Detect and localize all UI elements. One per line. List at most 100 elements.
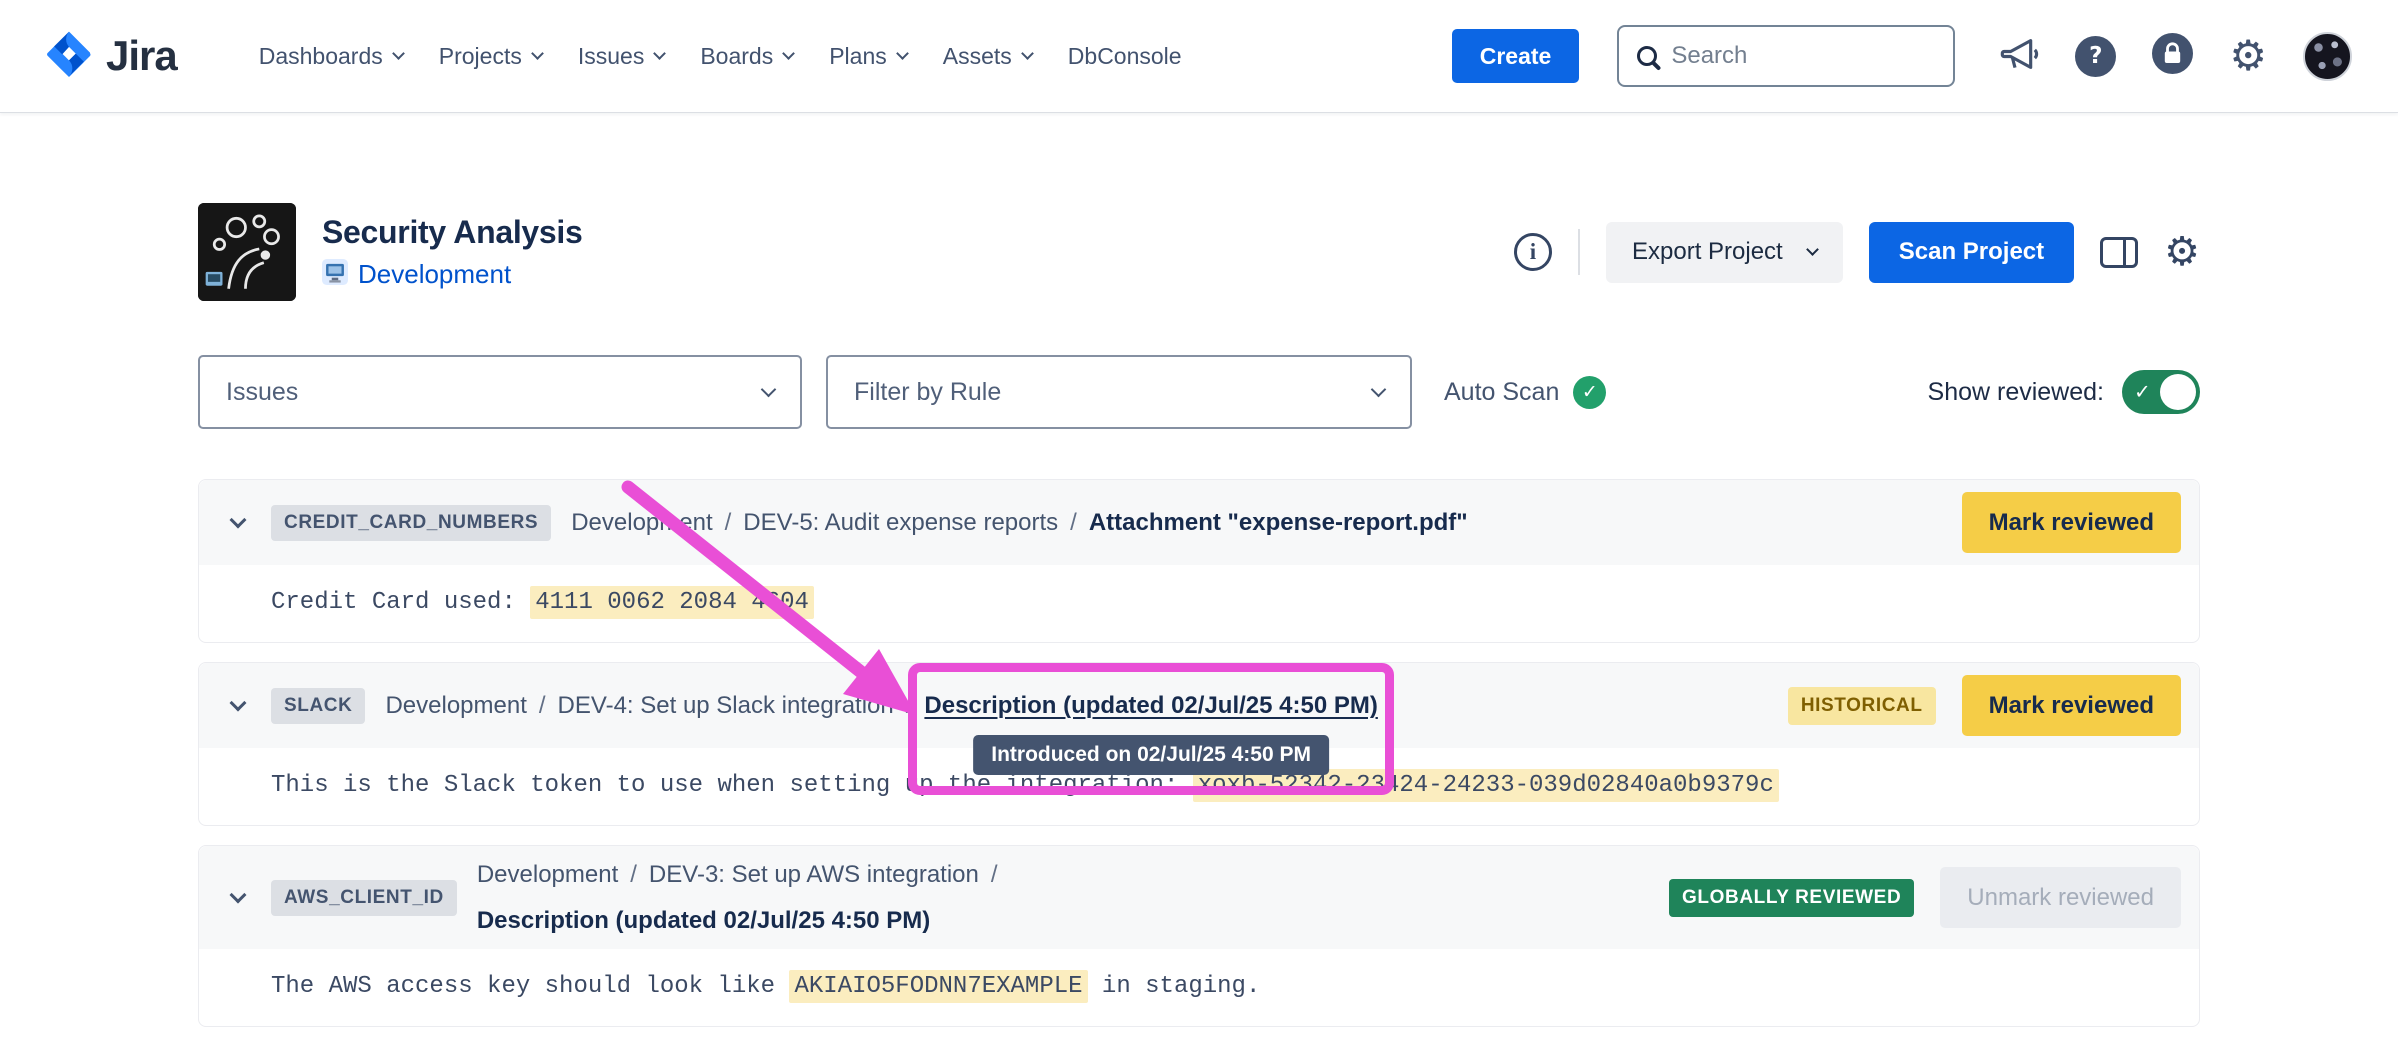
rule-badge: AWS_CLIENT_ID <box>271 880 457 916</box>
crumb-project: Development <box>571 506 712 540</box>
lock-icon[interactable] <box>2152 33 2193 79</box>
side-panel-icon[interactable] <box>2100 237 2138 268</box>
search-input[interactable] <box>1671 42 1935 70</box>
chevron-down-icon <box>392 47 405 60</box>
chevron-down-icon <box>531 47 544 60</box>
snippet-text: in staging. <box>1088 973 1261 1000</box>
finding-card-slack: SLACK Development / DEV-4: Set up Slack … <box>198 662 2200 826</box>
crumb-issue: DEV-5: Audit expense reports <box>743 506 1058 540</box>
toggle-knob <box>2160 374 2196 410</box>
jira-logo[interactable]: Jira <box>46 31 177 82</box>
nav-assets-label: Assets <box>943 43 1012 70</box>
rule-badge: SLACK <box>271 688 365 724</box>
crumb-separator: / <box>1070 506 1077 540</box>
gear-icon[interactable]: ⚙ <box>2229 35 2267 77</box>
historical-badge: HISTORICAL <box>1788 687 1936 725</box>
chevron-down-icon <box>896 47 909 60</box>
crumb-separator: / <box>630 858 637 892</box>
user-avatar[interactable] <box>2303 32 2352 81</box>
check-circle-icon: ✓ <box>1573 376 1606 409</box>
chevron-down-icon <box>1021 47 1034 60</box>
crumb-target: Attachment "expense-report.pdf" <box>1089 506 1468 540</box>
filter-by-rule-select[interactable]: Filter by Rule <box>826 355 1412 429</box>
rule-badge: CREDIT_CARD_NUMBERS <box>271 505 551 541</box>
crumb-target[interactable]: Description (updated 02/Jul/25 4:50 PM) <box>924 692 1377 719</box>
nav-plans[interactable]: Plans <box>811 29 925 84</box>
secret-highlight: AKIAIO5FODNN7EXAMPLE <box>789 970 1087 1003</box>
chevron-down-icon <box>1806 243 1819 256</box>
secret-highlight: xoxb-52342-23424-24233-039d02840a0b9379c <box>1193 769 1779 802</box>
jira-logo-icon <box>46 31 92 82</box>
nav-dbconsole[interactable]: DbConsole <box>1050 29 1200 84</box>
crumb-project: Development <box>385 689 526 723</box>
findings-list: CREDIT_CARD_NUMBERS Development / DEV-5:… <box>198 479 2200 1027</box>
export-project-button[interactable]: Export Project <box>1606 222 1843 283</box>
announcement-icon[interactable] <box>1999 34 2039 79</box>
project-breadcrumb-link[interactable]: Development <box>358 259 511 290</box>
finding-snippet: This is the Slack token to use when sett… <box>199 748 2199 825</box>
crumb-separator: / <box>539 689 546 723</box>
finding-snippet: The AWS access key should look like AKIA… <box>199 949 2199 1026</box>
page-title: Security Analysis <box>322 214 583 251</box>
nav-assets[interactable]: Assets <box>925 29 1050 84</box>
show-reviewed-toggle[interactable]: ✓ <box>2122 370 2200 414</box>
finding-header: CREDIT_CARD_NUMBERS Development / DEV-5:… <box>199 480 2199 565</box>
breadcrumb: Development / DEV-4: Set up Slack integr… <box>385 689 1745 723</box>
finding-card-aws: AWS_CLIENT_ID Development / DEV-3: Set u… <box>198 845 2200 1027</box>
nav-dbconsole-label: DbConsole <box>1068 43 1182 70</box>
chevron-down-icon <box>761 382 777 398</box>
secret-highlight: 4111 0062 2084 4604 <box>530 586 814 619</box>
annotated-target-wrapper: Description (updated 02/Jul/25 4:50 PM) … <box>924 689 1377 723</box>
brand-wordmark: Jira <box>106 32 177 80</box>
divider <box>1578 229 1580 275</box>
globally-reviewed-badge: GLOBALLY REVIEWED <box>1669 879 1914 917</box>
toggle-check-icon: ✓ <box>2134 380 2151 404</box>
auto-scan-label: Auto Scan <box>1444 378 1559 407</box>
auto-scan-status: Auto Scan ✓ <box>1444 376 1606 409</box>
chevron-down-icon <box>653 47 666 60</box>
crumb-target: Description (updated 02/Jul/25 4:50 PM) <box>477 904 930 938</box>
top-navbar: Jira Dashboards Projects Issues Boards P… <box>0 0 2398 113</box>
mark-reviewed-button[interactable]: Mark reviewed <box>1962 675 2181 736</box>
scan-project-button[interactable]: Scan Project <box>1869 222 2074 283</box>
crumb-separator: / <box>906 689 913 723</box>
breadcrumb: Development / DEV-5: Audit expense repor… <box>571 506 1919 540</box>
unmark-reviewed-button[interactable]: Unmark reviewed <box>1940 867 2181 928</box>
nav-plans-label: Plans <box>829 43 887 70</box>
project-avatar <box>198 203 296 301</box>
finding-header: SLACK Development / DEV-4: Set up Slack … <box>199 663 2199 748</box>
project-header: Security Analysis Development i Export P… <box>198 203 2200 301</box>
collapse-caret-icon[interactable] <box>225 894 251 901</box>
nav-issues-label: Issues <box>578 43 644 70</box>
nav-projects-label: Projects <box>439 43 522 70</box>
finding-card-credit-card: CREDIT_CARD_NUMBERS Development / DEV-5:… <box>198 479 2200 643</box>
issues-select[interactable]: Issues <box>198 355 802 429</box>
show-reviewed-label: Show reviewed: <box>1928 378 2104 407</box>
info-icon[interactable]: i <box>1514 233 1552 271</box>
export-project-label: Export Project <box>1632 238 1783 266</box>
mark-reviewed-button[interactable]: Mark reviewed <box>1962 492 2181 553</box>
nav-boards[interactable]: Boards <box>682 29 811 84</box>
nav-issues[interactable]: Issues <box>560 29 682 84</box>
search-box[interactable] <box>1617 25 1955 87</box>
crumb-issue: DEV-3: Set up AWS integration <box>649 858 979 892</box>
title-block: Security Analysis Development <box>322 214 583 290</box>
nav-projects[interactable]: Projects <box>421 29 560 84</box>
chevron-down-icon <box>1371 382 1387 398</box>
collapse-caret-icon[interactable] <box>225 702 251 709</box>
settings-gear-icon[interactable]: ⚙ <box>2164 232 2200 272</box>
crumb-issue: DEV-4: Set up Slack integration <box>558 689 894 723</box>
primary-nav: Dashboards Projects Issues Boards Plans … <box>241 29 1200 84</box>
help-icon[interactable]: ? <box>2075 36 2116 77</box>
navbar-icon-cluster: ? ⚙ <box>1999 32 2352 81</box>
snippet-text: Credit Card used: <box>271 589 530 616</box>
show-reviewed-control: Show reviewed: ✓ <box>1928 370 2200 414</box>
header-actions: i Export Project Scan Project ⚙ <box>1514 222 2200 283</box>
chevron-down-icon <box>782 47 795 60</box>
snippet-text: This is the Slack token to use when sett… <box>271 772 1193 799</box>
project-mini-icon <box>322 259 348 290</box>
collapse-caret-icon[interactable] <box>225 519 251 526</box>
snippet-text: The AWS access key should look like <box>271 973 789 1000</box>
nav-dashboards[interactable]: Dashboards <box>241 29 421 84</box>
create-button[interactable]: Create <box>1452 29 1580 83</box>
